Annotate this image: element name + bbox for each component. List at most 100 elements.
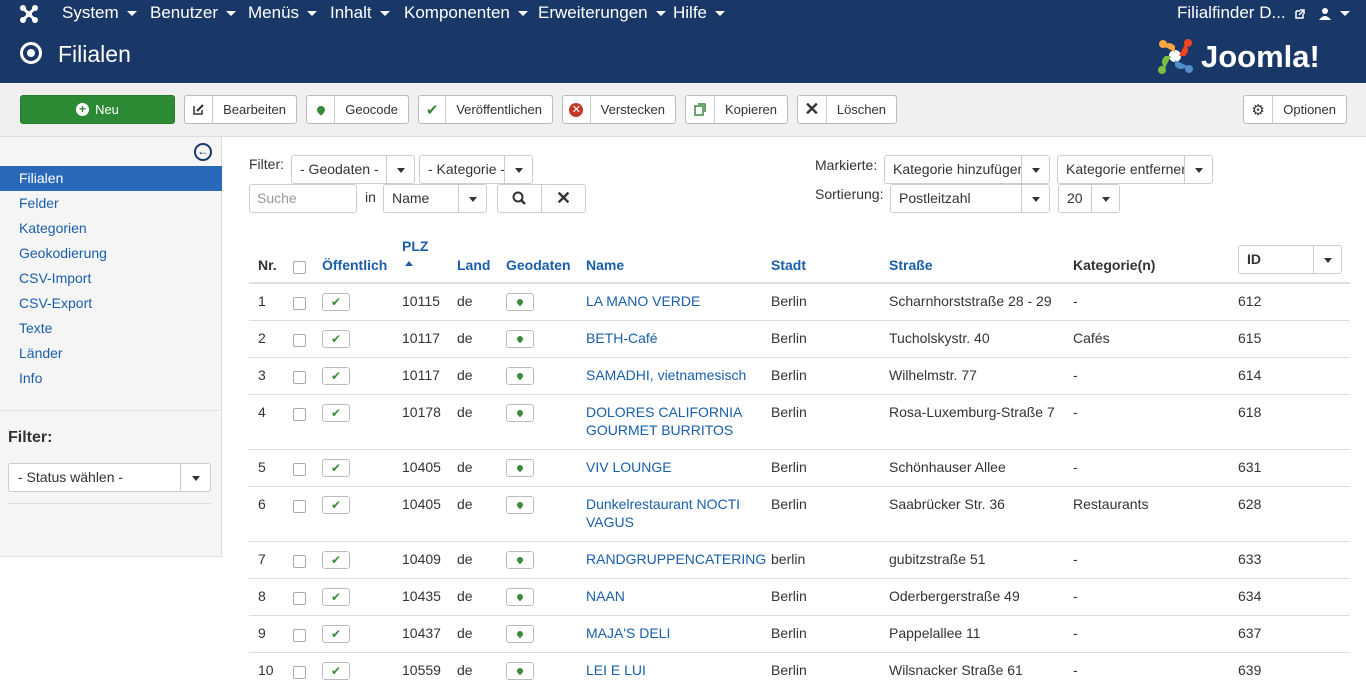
new-button[interactable]: + Neu <box>20 95 175 124</box>
hide-button[interactable]: ✕ Verstecken <box>562 95 676 124</box>
copy-button[interactable]: Kopieren <box>685 95 788 124</box>
row-checkbox[interactable] <box>293 666 306 679</box>
store-name-link[interactable]: Dunkelrestaurant NOCTI <box>586 495 740 513</box>
column-header-geodaten[interactable]: Geodaten <box>506 257 571 273</box>
store-name-link[interactable]: RANDGRUPPENCATERING <box>586 550 766 568</box>
geodata-button[interactable] <box>506 496 534 514</box>
row-checkbox[interactable] <box>293 463 306 476</box>
geodata-button[interactable] <box>506 588 534 606</box>
chevron-down-icon <box>1101 196 1110 202</box>
search-input[interactable]: Suche <box>249 184 357 213</box>
map-pin-icon <box>515 463 525 473</box>
column-header-name[interactable]: Name <box>586 257 624 273</box>
store-name-link[interactable]: BETH-Café <box>586 329 658 347</box>
store-name-link[interactable]: VAGUS <box>586 513 634 531</box>
plz-cell: 10409 <box>402 551 441 567</box>
publish-toggle-check-icon[interactable]: ✔ <box>322 404 350 422</box>
column-header-stadt[interactable]: Stadt <box>771 257 806 273</box>
search-button[interactable] <box>497 184 542 213</box>
publish-toggle-check-icon[interactable]: ✔ <box>322 625 350 643</box>
geodata-button[interactable] <box>506 625 534 643</box>
nav-menu-system[interactable]: System <box>62 0 137 28</box>
nav-menu-erweiterungen[interactable]: Erweiterungen <box>538 0 666 28</box>
row-checkbox[interactable] <box>293 334 306 347</box>
column-header-land[interactable]: Land <box>457 257 490 273</box>
store-name-link[interactable]: MAJA'S DELI <box>586 624 670 642</box>
column-header-public[interactable]: Öffentlich <box>322 257 387 273</box>
row-checkbox[interactable] <box>293 592 306 605</box>
nav-menu-inhalt[interactable]: Inhalt <box>330 0 390 28</box>
kategorie-filter-select[interactable]: - Kategorie - <box>419 155 533 184</box>
sort-label: Sortierung: <box>815 186 884 202</box>
row-checkbox[interactable] <box>293 371 306 384</box>
sidebar-item-kategorien[interactable]: Kategorien <box>0 216 222 241</box>
clear-search-button[interactable]: ✕ <box>541 184 586 213</box>
publish-toggle-check-icon[interactable]: ✔ <box>322 330 350 348</box>
sidebar-item-geokodierung[interactable]: Geokodierung <box>0 241 222 266</box>
collapse-sidebar-icon[interactable]: ← <box>194 143 212 161</box>
geodata-button[interactable] <box>506 330 534 348</box>
sidebar-item-csv-import[interactable]: CSV-Import <box>0 266 222 291</box>
row-checkbox[interactable] <box>293 408 306 421</box>
geodata-button[interactable] <box>506 662 534 680</box>
row-divider <box>249 615 1350 616</box>
publish-toggle-check-icon[interactable]: ✔ <box>322 551 350 569</box>
map-pin-icon <box>515 555 525 565</box>
status-select[interactable]: - Status wählen - <box>8 463 211 492</box>
strasse-cell: gubitzstraße 51 <box>889 551 986 567</box>
geodaten-filter-select[interactable]: - Geodaten - <box>291 155 415 184</box>
select-all-checkbox[interactable] <box>293 261 306 274</box>
geodata-button[interactable] <box>506 404 534 422</box>
row-checkbox[interactable] <box>293 297 306 310</box>
kategorie-cell: - <box>1073 404 1078 420</box>
geodata-button[interactable] <box>506 459 534 477</box>
store-name-link[interactable]: DOLORES CALIFORNIA <box>586 403 742 421</box>
geocode-button[interactable]: Geocode <box>306 95 409 124</box>
site-link[interactable]: Filialfinder D... <box>1177 0 1306 28</box>
nav-menu-hilfe[interactable]: Hilfe <box>673 0 726 28</box>
category-remove-select[interactable]: Kategorie entfernen <box>1057 155 1213 184</box>
row-checkbox[interactable] <box>293 500 306 513</box>
publish-button[interactable]: ✔ Veröffentlichen <box>418 95 553 124</box>
row-checkbox[interactable] <box>293 555 306 568</box>
sidebar-item-texte[interactable]: Texte <box>0 316 222 341</box>
store-name-link[interactable]: SAMADHI, vietnamesisch <box>586 366 746 384</box>
sidebar-item-laender[interactable]: Länder <box>0 341 222 366</box>
sidebar-item-filialen[interactable]: Filialen <box>0 166 222 191</box>
store-name-link[interactable]: GOURMET BURRITOS <box>586 421 733 439</box>
land-cell: de <box>457 459 473 475</box>
geodata-button[interactable] <box>506 367 534 385</box>
publish-toggle-check-icon[interactable]: ✔ <box>322 367 350 385</box>
geodata-button[interactable] <box>506 551 534 569</box>
options-button[interactable]: ⚙ Optionen <box>1243 95 1347 124</box>
publish-toggle-check-icon[interactable]: ✔ <box>322 588 350 606</box>
search-field-select[interactable]: Name <box>383 184 487 213</box>
column-header-plz[interactable]: PLZ <box>402 238 428 254</box>
sidebar-item-csv-export[interactable]: CSV-Export <box>0 291 222 316</box>
nav-menu-benutzer[interactable]: Benutzer <box>150 0 237 28</box>
nav-menu-komponenten[interactable]: Komponenten <box>404 0 528 28</box>
publish-toggle-check-icon[interactable]: ✔ <box>322 496 350 514</box>
store-name-link[interactable]: VIV LOUNGE <box>586 458 672 476</box>
user-menu[interactable] <box>1318 0 1350 28</box>
edit-button[interactable]: Bearbeiten <box>184 95 297 124</box>
joomla-nav-icon[interactable] <box>18 3 40 25</box>
limit-select[interactable]: 20 <box>1058 184 1120 213</box>
category-add-select[interactable]: Kategorie hinzufügen <box>884 155 1050 184</box>
sidebar-item-info[interactable]: Info <box>0 366 222 391</box>
nav-menu-menus[interactable]: Menüs <box>248 0 318 28</box>
id-column-select[interactable]: ID <box>1238 245 1342 274</box>
publish-toggle-check-icon[interactable]: ✔ <box>322 662 350 680</box>
store-name-link[interactable]: LEI E LUI <box>586 661 646 679</box>
chevron-down-icon <box>191 475 200 481</box>
store-name-link[interactable]: LA MANO VERDE <box>586 292 700 310</box>
row-checkbox[interactable] <box>293 629 306 642</box>
delete-button[interactable]: ✕ Löschen <box>797 95 897 124</box>
publish-toggle-check-icon[interactable]: ✔ <box>322 293 350 311</box>
geodata-button[interactable] <box>506 293 534 311</box>
sort-select[interactable]: Postleitzahl <box>890 184 1050 213</box>
column-header-strasse[interactable]: Straße <box>889 257 933 273</box>
sidebar-item-felder[interactable]: Felder <box>0 191 222 216</box>
store-name-link[interactable]: NAAN <box>586 587 625 605</box>
publish-toggle-check-icon[interactable]: ✔ <box>322 459 350 477</box>
